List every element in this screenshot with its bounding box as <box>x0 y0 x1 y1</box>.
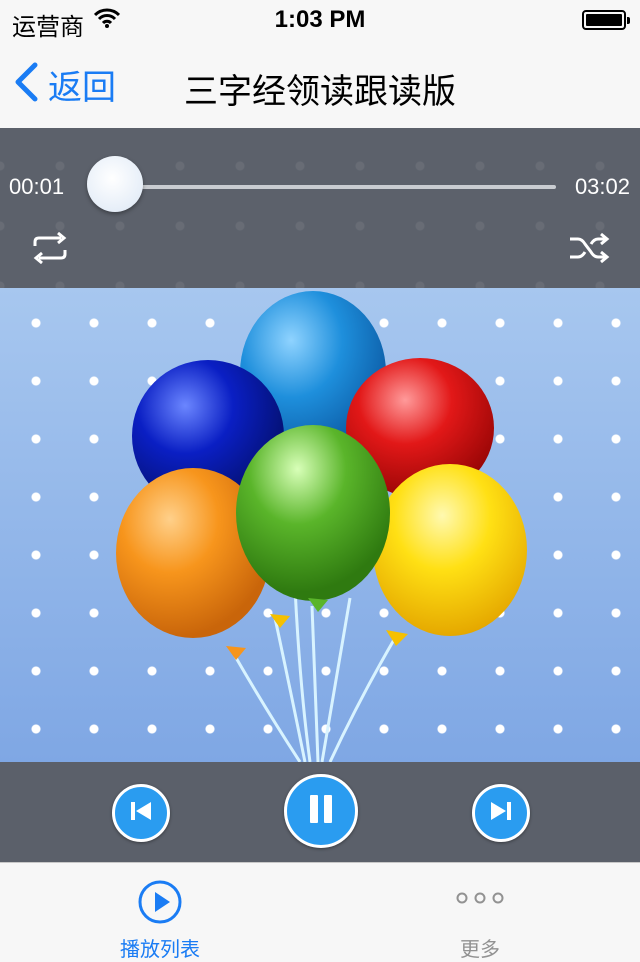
tab-playlist[interactable]: 播放列表 <box>0 863 320 961</box>
skip-previous-icon <box>130 801 152 826</box>
previous-track-button[interactable] <box>112 784 170 842</box>
next-track-button[interactable] <box>472 784 530 842</box>
skip-next-icon <box>490 801 512 826</box>
tab-more[interactable]: 更多 <box>320 863 640 961</box>
repeat-icon[interactable] <box>30 231 70 269</box>
tab-bar: 播放列表 更多 <box>0 862 640 961</box>
total-time: 03:02 <box>574 174 630 199</box>
current-time: 00:01 <box>9 174 65 199</box>
status-time: 1:03 PM <box>274 6 366 33</box>
album-artwork <box>0 288 640 762</box>
progress-slider-thumb[interactable] <box>87 156 143 212</box>
balloons-illustration <box>116 291 527 762</box>
shuffle-icon[interactable] <box>568 232 610 269</box>
tab-playlist-label: 播放列表 <box>120 939 200 961</box>
battery-icon <box>582 10 630 30</box>
status-bar: 运营商 1:03 PM <box>0 0 640 41</box>
pause-icon <box>309 794 333 829</box>
transport-controls <box>0 762 640 862</box>
more-dots-icon <box>455 891 505 910</box>
play-circle-icon <box>137 879 183 930</box>
play-pause-button[interactable] <box>284 774 358 848</box>
player-progress-panel: 00:01 03:02 <box>0 128 640 288</box>
progress-track[interactable] <box>114 185 556 189</box>
tab-more-label: 更多 <box>460 939 500 961</box>
navigation-bar: 返回 三字经领读跟读版 <box>0 40 640 129</box>
page-title: 三字经领读跟读版 <box>184 73 456 111</box>
